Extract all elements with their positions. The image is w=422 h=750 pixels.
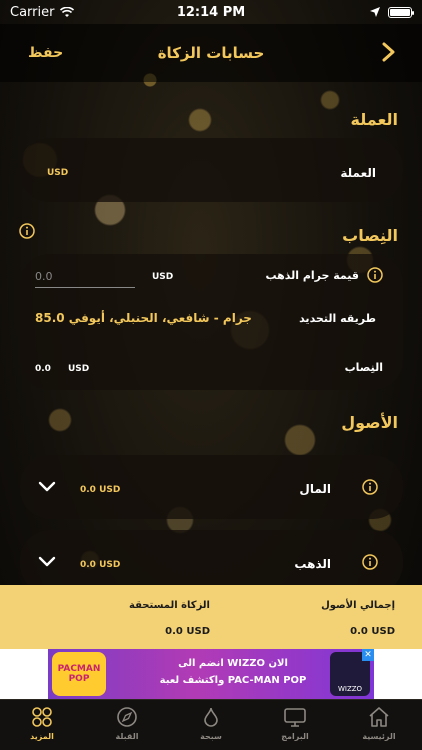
zakat-due-label: الزكاة المستحقة [129,600,210,611]
money-label: المال [299,482,331,496]
page-title: حسابات الزكاة [157,44,265,62]
navigation-bar: حفظ حسابات الزكاة [0,24,422,82]
currency-section-title: العملة [350,110,398,129]
currency-card[interactable]: العملة USD [20,138,403,202]
chevron-right-icon[interactable] [378,40,400,64]
tab-home-label: الرئيسية [362,732,396,741]
money-value: 0.0 USD [80,485,121,495]
compass-icon [117,707,137,727]
ad-line-1: انضم الى WIZZO الان [178,658,288,669]
nisab-card: قيمة جرام الذهب USD طريقه التحديد 85.0 ج… [20,254,403,390]
tv-icon [284,708,306,727]
nisab-label: النِصاب [344,361,383,374]
gold-label: الذهب [294,557,331,571]
summary-bar: إجمالي الأصول 0.0 USD الزكاة المستحقة 0.… [0,585,422,649]
currency-label: العملة [340,166,376,180]
gram-price-currency: USD [152,272,174,282]
tab-tasbih-label: سبحة [200,732,222,741]
tab-qibla[interactable]: القبلة [97,706,157,748]
status-time: 12:14 PM [176,4,246,20]
method-label: طريقه التحديد [299,312,376,325]
gram-price-label: قيمة جرام الذهب [265,269,359,282]
chevron-down-icon[interactable] [38,481,56,493]
tab-programs-label: البرامج [281,732,309,741]
gram-price-input[interactable] [35,266,135,288]
ad-game-logo: PACMAN POP [52,652,106,696]
gold-info-icon[interactable] [362,554,378,570]
ad-close-button[interactable]: ✕ [362,649,374,661]
total-assets-value: 0.0 USD [350,626,395,637]
money-info-icon[interactable] [362,479,378,495]
tab-bar: الرئيسية البرامج سبحة القبلة المزيد [0,699,422,750]
nisab-currency: USD [68,364,90,374]
nisab-info-icon[interactable] [19,223,35,239]
more-grid-icon [32,707,52,727]
assets-section-title: الأصول [341,413,398,432]
asset-row-money[interactable]: المال 0.0 USD [20,455,403,519]
nisab-value: 0.0 [35,364,51,374]
drop-icon [204,707,218,727]
ad-text: انضم الى WIZZO الان واكتشف لعبة PAC-MAN … [138,655,328,689]
battery-icon [388,6,414,18]
ad-line-2: واكتشف لعبة PAC-MAN POP [159,675,307,686]
tab-more[interactable]: المزيد [12,706,72,748]
save-button[interactable]: حفظ [28,45,63,61]
status-bar: Carrier 12:14 PM [0,0,422,24]
tab-programs[interactable]: البرامج [265,706,325,748]
chevron-down-icon[interactable] [38,556,56,568]
method-value[interactable]: 85.0 جرام - شافعي، الحنبلي، أيوفي [35,311,252,325]
tab-tasbih[interactable]: سبحة [181,706,241,748]
nisab-section-title: النِصاب [342,226,398,245]
ad-banner[interactable]: PACMAN POP انضم الى WIZZO الان واكتشف لع… [48,649,374,699]
gram-price-info-icon[interactable] [367,267,383,283]
tab-more-label: المزيد [30,732,54,741]
currency-value[interactable]: USD [47,168,68,178]
home-icon [369,707,389,727]
ad-area: PACMAN POP انضم الى WIZZO الان واكتشف لع… [0,649,422,699]
gold-value: 0.0 USD [80,560,121,570]
tab-qibla-label: القبلة [115,732,139,741]
tab-home[interactable]: الرئيسية [349,706,409,748]
total-assets-label: إجمالي الأصول [321,600,395,611]
zakat-due-value: 0.0 USD [165,626,210,637]
